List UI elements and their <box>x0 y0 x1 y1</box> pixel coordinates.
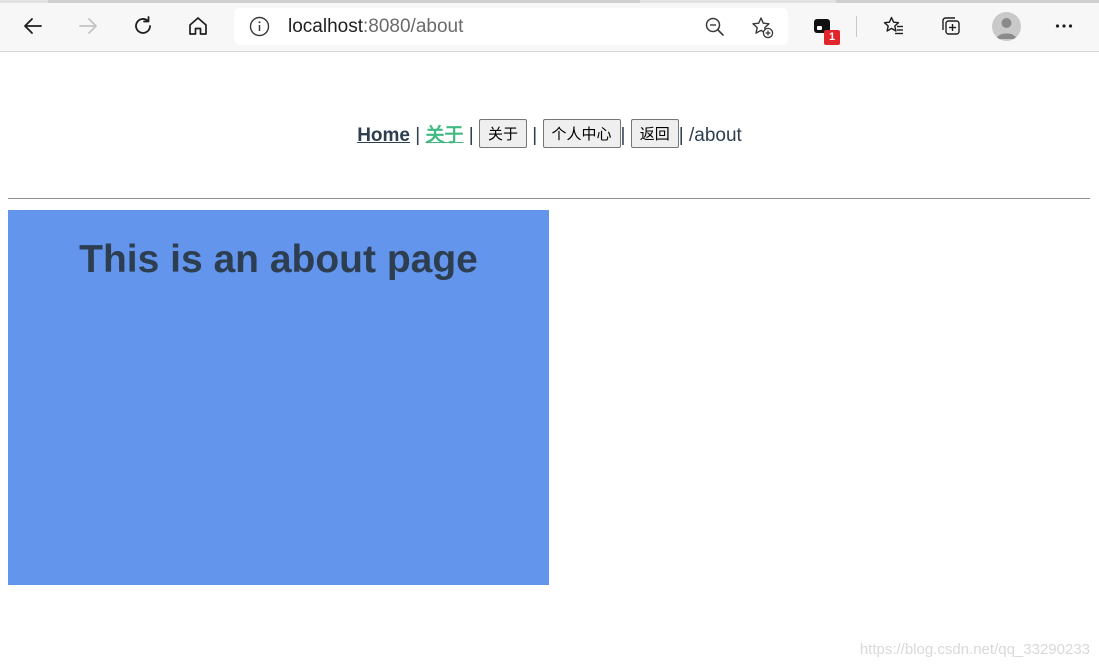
nav-link-about[interactable]: 关于 <box>425 125 463 146</box>
nav-separator: | <box>532 125 538 146</box>
back-button[interactable] <box>17 10 49 42</box>
nav-separator: | <box>678 125 684 146</box>
nav-separator: | <box>468 125 474 146</box>
url-host: localhost <box>288 16 363 37</box>
back-page-button[interactable]: 返回 <box>630 119 679 149</box>
nav-link-home[interactable]: Home <box>357 125 410 146</box>
url-path: :8080/about <box>363 16 464 37</box>
active-tab-edge <box>48 0 640 3</box>
nav-bar: Home | 关于 | 关于 | 个人中心 | 返回 | /about <box>0 119 1099 150</box>
more-icon <box>1055 24 1073 28</box>
extension-badge: 1 <box>824 30 840 45</box>
favorites-button[interactable] <box>878 10 910 42</box>
collections-icon <box>942 17 960 35</box>
horizontal-rule <box>8 198 1090 199</box>
home-icon <box>189 17 207 35</box>
browser-toolbar: localhost:8080/about 1 <box>0 0 1099 52</box>
forward-button[interactable] <box>72 10 104 42</box>
refresh-button[interactable] <box>127 10 159 42</box>
about-button[interactable]: 关于 <box>479 119 528 149</box>
home-button[interactable] <box>182 10 214 42</box>
star-add-icon[interactable] <box>750 15 774 39</box>
nav-separator: | <box>415 125 421 146</box>
watermark: https://blog.csdn.net/qq_33290233 <box>859 641 1090 658</box>
avatar[interactable] <box>992 12 1021 41</box>
about-panel: This is an about page <box>8 210 549 585</box>
arrow-right-icon <box>79 18 97 34</box>
page-heading: This is an about page <box>79 238 478 281</box>
info-icon[interactable] <box>249 16 270 37</box>
nav-separator: | <box>620 125 626 146</box>
profile-icon <box>996 18 1017 39</box>
zoom-out-icon[interactable] <box>704 16 726 38</box>
inactive-tab-edge <box>836 0 1099 3</box>
tab-strip <box>0 0 1099 3</box>
collections-button[interactable] <box>934 10 966 42</box>
refresh-icon <box>135 16 151 34</box>
arrow-left-icon <box>24 18 42 34</box>
favorites-list-icon <box>883 16 903 35</box>
address-bar[interactable]: localhost:8080/about <box>234 8 788 45</box>
route-path: /about <box>688 125 742 146</box>
menu-button[interactable] <box>1048 10 1080 42</box>
profile-button[interactable]: 个人中心 <box>542 119 621 149</box>
toolbar-separator <box>856 16 857 37</box>
url-text[interactable]: localhost:8080/about <box>288 16 463 38</box>
